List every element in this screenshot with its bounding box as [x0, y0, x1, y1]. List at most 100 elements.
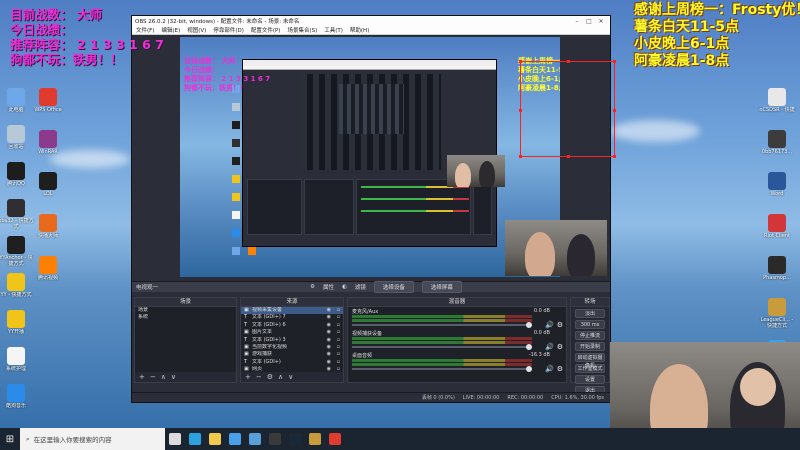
desktop-icon[interactable]: Phasmop...: [758, 256, 796, 287]
desktop-icon[interactable]: 系统护理: [0, 347, 35, 378]
source-item[interactable]: ▣ 游戏捕获 ◉ ▫: [241, 351, 343, 358]
speaker-icon[interactable]: 🔊: [545, 365, 554, 373]
source-item[interactable]: ▣ 当前数字化视频 ◉ ▫: [241, 344, 343, 351]
taskbar-app[interactable]: [265, 428, 285, 450]
select-screen-button[interactable]: 选择屏幕: [421, 281, 462, 293]
menu-item[interactable]: 编辑(E): [161, 26, 180, 34]
desktop-icon[interactable]: nCSDSR - 快捷: [758, 88, 796, 119]
eye-icon[interactable]: ◉: [327, 344, 331, 351]
lock-icon[interactable]: ▫: [337, 359, 340, 366]
gear-icon[interactable]: ⚙: [557, 343, 563, 351]
eye-icon[interactable]: ◉: [327, 322, 331, 329]
control-button[interactable]: 工作室模式: [575, 364, 605, 373]
eye-icon[interactable]: ◉: [327, 351, 331, 358]
desktop-icon[interactable]: WinRAR: [29, 130, 67, 161]
close-icon[interactable]: ✕: [595, 18, 607, 25]
obs-titlebar[interactable]: OBS 26.0.2 (32-bit, windows) - 配置文件: 未命名…: [132, 16, 610, 26]
lock-icon[interactable]: ▫: [337, 351, 340, 358]
volume-slider-handle[interactable]: [526, 344, 532, 350]
volume-slider-handle[interactable]: [526, 366, 532, 372]
add-icon[interactable]: +: [139, 373, 145, 381]
taskbar-app[interactable]: [285, 428, 305, 450]
desktop-icon[interactable]: 腾讯视频: [29, 256, 67, 287]
eye-icon[interactable]: ◉: [327, 307, 331, 314]
minimize-icon[interactable]: –: [571, 18, 583, 25]
gear-icon[interactable]: ⚙: [310, 284, 315, 290]
volume-slider[interactable]: [352, 322, 532, 328]
desktop-icon[interactable]: 0bb76173...: [758, 130, 796, 161]
taskbar-app[interactable]: [325, 428, 345, 450]
desktop-icon[interactable]: LOL: [29, 172, 67, 203]
speaker-icon[interactable]: 🔊: [545, 343, 554, 351]
filter-icon[interactable]: ◐: [342, 284, 347, 290]
move-down-icon[interactable]: ∨: [171, 373, 176, 381]
control-button[interactable]: 设置: [575, 375, 605, 384]
move-up-icon[interactable]: ∧: [161, 373, 166, 381]
menu-item[interactable]: 视图(V): [187, 26, 206, 34]
eye-icon[interactable]: ◉: [327, 359, 331, 366]
eye-icon[interactable]: ◉: [327, 329, 331, 336]
menu-item[interactable]: 帮助(H): [350, 26, 369, 34]
taskbar-app[interactable]: [205, 428, 225, 450]
lock-icon[interactable]: ▫: [337, 314, 340, 321]
scene-item[interactable]: 场景: [135, 307, 236, 314]
source-item[interactable]: ▣ 图片文本 ◉ ▫: [241, 329, 343, 336]
desktop-icon[interactable]: 快播大师: [29, 214, 67, 245]
source-item[interactable]: T 文本 (GDI+) 6 ◉ ▫: [241, 322, 343, 329]
control-button[interactable]: 停止推流: [575, 331, 605, 340]
eye-icon[interactable]: ◉: [327, 337, 331, 344]
volume-slider[interactable]: [352, 366, 532, 372]
taskbar-app[interactable]: [245, 428, 265, 450]
remove-icon[interactable]: −: [256, 373, 262, 381]
control-button[interactable]: 开始录制: [575, 342, 605, 351]
maximize-icon[interactable]: □: [583, 18, 595, 25]
gear-icon[interactable]: ⚙: [557, 365, 563, 373]
volume-slider-handle[interactable]: [526, 322, 532, 328]
desktop-icon[interactable]: LeagueCli... - 快捷方式: [758, 298, 796, 329]
source-selection-box[interactable]: [519, 60, 616, 158]
lock-icon[interactable]: ▫: [337, 337, 340, 344]
desktop-icon[interactable]: WPS Office: [29, 88, 67, 119]
volume-slider[interactable]: [352, 344, 532, 350]
lock-icon[interactable]: ▫: [337, 344, 340, 351]
scene-item[interactable]: 系统: [135, 314, 236, 321]
lock-icon[interactable]: ▫: [337, 322, 340, 329]
speaker-icon[interactable]: 🔊: [545, 321, 554, 329]
menu-item[interactable]: 工具(T): [324, 26, 343, 34]
gear-icon[interactable]: ⚙: [557, 321, 563, 329]
taskbar-app[interactable]: [165, 428, 185, 450]
source-item[interactable]: T 文本 (GDI+) 3 ◉ ▫: [241, 337, 343, 344]
lock-icon[interactable]: ▫: [337, 307, 340, 314]
menu-item[interactable]: 场景集合(S): [287, 26, 317, 34]
control-button[interactable]: 启动虚拟摄像机: [575, 353, 605, 369]
windows-start-icon[interactable]: ⊞: [0, 434, 20, 445]
desktop-icon[interactable]: Word: [758, 172, 796, 203]
lock-icon[interactable]: ▫: [337, 329, 340, 336]
desktop-icon[interactable]: 酷狗音乐: [0, 384, 35, 415]
menu-item[interactable]: 配置文件(P): [251, 26, 281, 34]
taskbar-search[interactable]: ⌕ 在这里输入你要搜索的内容: [20, 428, 165, 450]
taskbar-app[interactable]: [305, 428, 325, 450]
transition-select[interactable]: 淡出: [575, 309, 605, 318]
add-icon[interactable]: +: [245, 373, 251, 381]
desktop-icon-label: 快播大师: [37, 233, 58, 239]
level-meter: [352, 337, 532, 340]
remove-icon[interactable]: −: [150, 373, 156, 381]
desktop-icon[interactable]: YY开播: [0, 310, 35, 341]
move-up-icon[interactable]: ∧: [278, 373, 283, 381]
source-item[interactable]: T 文本 (GDI+) ◉ ▫: [241, 359, 343, 366]
desktop-icon[interactable]: Riot Client: [758, 214, 796, 245]
transition-duration[interactable]: 300 ms: [575, 320, 605, 329]
source-item[interactable]: ▣ 视频采集设备 ◉ ▫: [241, 307, 343, 315]
gear-icon[interactable]: ⚙: [267, 373, 273, 381]
obs-window[interactable]: OBS 26.0.2 (32-bit, windows) - 配置文件: 未命名…: [131, 15, 616, 403]
tab-properties[interactable]: 属性: [323, 283, 334, 291]
tab-filters[interactable]: 滤镜: [355, 283, 366, 291]
menu-item[interactable]: 停靠部件(D): [213, 26, 244, 34]
source-item[interactable]: T 文本 (GDI+) 7 ◉ ▫: [241, 314, 343, 321]
taskbar-app[interactable]: [185, 428, 205, 450]
eye-icon[interactable]: ◉: [327, 314, 331, 321]
move-down-icon[interactable]: ∨: [288, 373, 293, 381]
taskbar-app[interactable]: [225, 428, 245, 450]
select-device-button[interactable]: 选择设备: [373, 281, 414, 293]
